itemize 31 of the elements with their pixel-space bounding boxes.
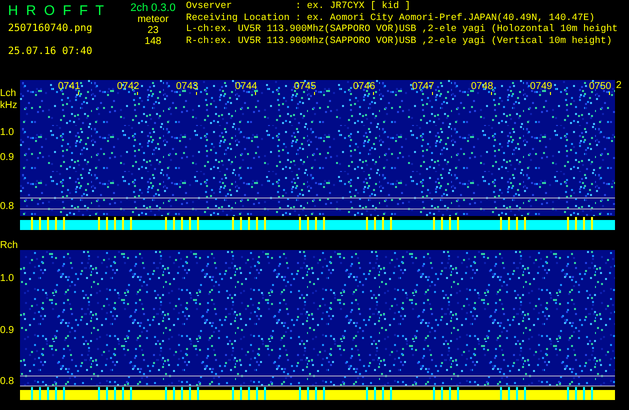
unit-label: kHz <box>0 100 18 111</box>
timestamp: 25.07.16 07:40 <box>8 46 94 57</box>
meteor-count: 23 <box>147 25 159 36</box>
time-label: 0746 <box>353 81 376 92</box>
filename: 2507160740.png <box>8 23 94 34</box>
meteor-label: meteor <box>137 14 169 25</box>
time-label: 2 <box>615 80 623 91</box>
time-label: 0749 <box>530 81 554 92</box>
time-label: 0747 <box>412 81 436 92</box>
frequency-tick: 0.8 <box>0 376 14 387</box>
time-label: 0748 <box>471 81 494 92</box>
station-info: R-ch:ex. UV5R 113.900Mhz(SAPPORO VOR)USB ,2-ele yagi (Vertical 10m height) <box>186 34 614 46</box>
frequency-tick: 1.0 <box>0 273 14 284</box>
version-label: 2ch 0.3.0 <box>130 2 176 14</box>
frequency-tick: 0.9 <box>0 325 14 336</box>
time-label: 0742 <box>117 81 140 92</box>
channel-label: Lch <box>0 88 16 99</box>
frequency-tick: 0.9 <box>0 152 14 163</box>
app-title: H R O F F T <box>8 2 107 18</box>
frequency-tick: 0.8 <box>0 201 14 212</box>
station-info: L-ch:ex. UV5R 113.900Mhz(SAPPORO VOR)USB ,2-ele yagi (Holozontal 10m height <box>186 23 618 34</box>
time-label: 0743 <box>176 81 200 92</box>
station-info: Receiving Location : ex. Aomori City Aomori-Pref.JAPAN(40.49N, 140.47E) <box>186 12 596 23</box>
time-label: 0741 <box>58 81 82 92</box>
time-label: 0744 <box>235 81 258 92</box>
channel-label: Rch <box>0 240 18 251</box>
time-label: 0750 <box>589 81 612 92</box>
meteor-count: 148 <box>144 36 162 47</box>
frequency-tick: 1.0 <box>0 127 14 138</box>
time-label: 0745 <box>294 81 318 92</box>
station-info: Ovserver : ex. JR7CYX [ kid ] <box>186 0 412 12</box>
